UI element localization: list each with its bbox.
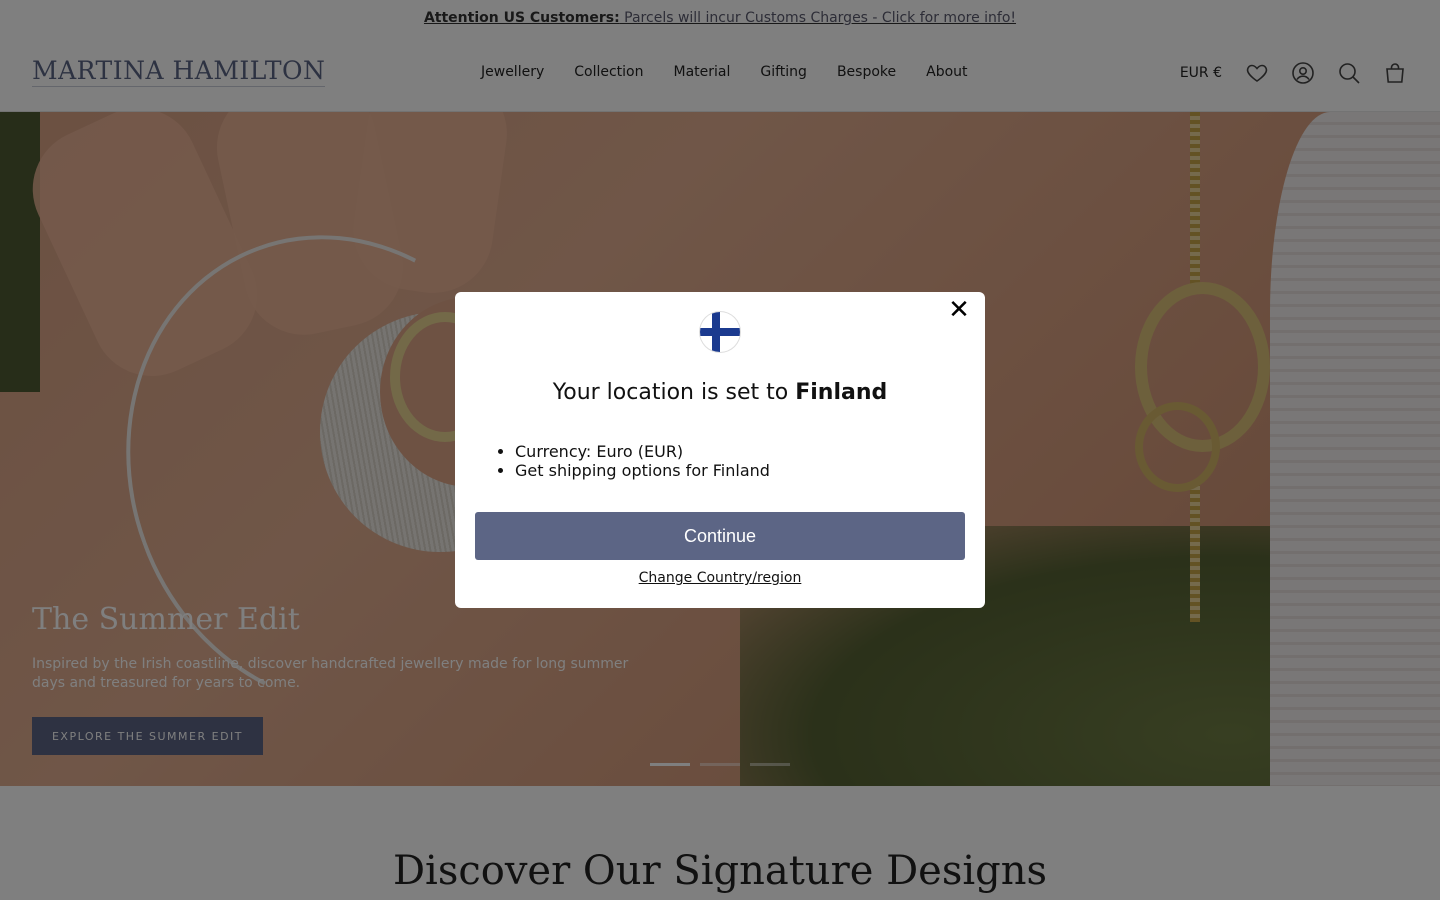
finland-flag-icon [700, 312, 740, 352]
list-item: Get shipping options for Finland [515, 461, 770, 480]
modal-title: Your location is set to Finland [455, 380, 985, 405]
list-item: Currency: Euro (EUR) [515, 442, 770, 461]
location-modal: ✕ Your location is set to Finland Curren… [455, 292, 985, 608]
continue-button[interactable]: Continue [475, 512, 965, 560]
modal-title-country: Finland [795, 380, 888, 405]
close-icon[interactable]: ✕ [947, 297, 971, 323]
modal-info-list: Currency: Euro (EUR) Get shipping option… [515, 442, 770, 480]
modal-title-prefix: Your location is set to [552, 380, 796, 405]
change-country-link[interactable]: Change Country/region [455, 570, 985, 586]
